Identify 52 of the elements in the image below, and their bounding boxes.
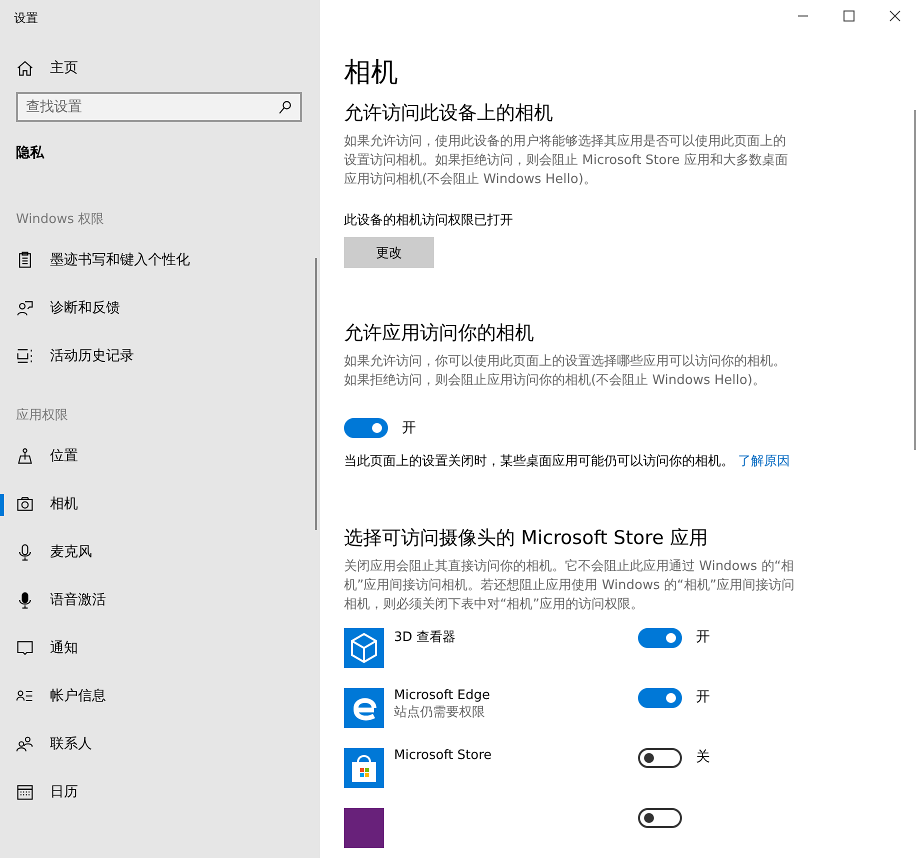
section-heading: 选择可访问摄像头的 Microsoft Store 应用 xyxy=(344,526,709,551)
section-heading: 允许应用访问你的相机 xyxy=(344,321,535,346)
home-icon xyxy=(16,59,34,77)
nav-item[interactable]: 相机 xyxy=(0,480,320,528)
calendar-icon xyxy=(16,783,34,801)
note-text: 当此页面上的设置关闭时，某些桌面应用可能仍可以访问你的相机。 了解原因 xyxy=(344,453,792,471)
section-description: 关闭应用会阻止其直接访问你的相机。它不会阻止此应用通过 Windows 的“相机”应用间接访问相机。若还想阻止应用使用 Windows 的“相机”应用间接访问相机，则必须关闭下表中对“相机”应用的访问权限。 xyxy=(344,558,796,614)
section-description: 如果允许访问，你可以使用此页面上的设置选择哪些应用可以访问你的相机。如果拒绝访问，则会阻止应用访问你的相机(不会阻止 Windows Hello)。 xyxy=(344,353,787,390)
toggle-switch[interactable] xyxy=(638,688,682,708)
section-header: 应用权限 xyxy=(16,407,68,425)
page-title: 相机 xyxy=(344,56,399,90)
toggle-switch[interactable] xyxy=(344,418,388,438)
clipboard-icon xyxy=(16,251,34,269)
nav-item[interactable]: 语音激活 xyxy=(0,576,320,624)
change-button[interactable]: 更改 xyxy=(344,237,434,268)
camera-icon xyxy=(16,495,34,513)
nav-item[interactable]: 墨迹书写和键入个性化 xyxy=(0,236,320,284)
nav-item[interactable]: 活动历史记录 xyxy=(0,332,320,380)
person-chat-icon xyxy=(16,299,34,317)
toggle-label: 开 xyxy=(402,419,416,437)
section-heading: 允许访问此设备上的相机 xyxy=(344,101,554,126)
toggle-label: 关 xyxy=(696,748,710,766)
nav-item[interactable]: 帐户信息 xyxy=(0,672,320,720)
toggle-switch[interactable] xyxy=(638,808,682,828)
nav-item[interactable]: 日历 xyxy=(0,768,320,816)
toggle-label: 开 xyxy=(696,688,710,706)
status-text: 此设备的相机访问权限已打开 xyxy=(344,212,514,229)
nav-item[interactable]: 诊断和反馈 xyxy=(0,284,320,332)
nav-item[interactable]: 通知 xyxy=(0,624,320,672)
message-icon xyxy=(16,639,34,657)
app-name: Microsoft Store xyxy=(394,748,493,763)
location-pin-icon xyxy=(16,447,34,465)
microphone-icon xyxy=(16,591,34,609)
toggle-switch[interactable] xyxy=(638,628,682,648)
nav-item[interactable]: 位置 xyxy=(0,432,320,480)
toggle-switch[interactable] xyxy=(638,748,682,768)
nav-item[interactable]: 联系人 xyxy=(0,720,320,768)
category-title: 隐私 xyxy=(16,145,44,161)
nav-item[interactable]: 麦克风 xyxy=(0,528,320,576)
home-nav-item[interactable]: 主页 xyxy=(0,50,320,86)
learn-why-link[interactable]: 了解原因 xyxy=(738,454,790,469)
microphone-icon xyxy=(16,543,34,561)
app-subtitle: 站点仍需要权限 xyxy=(394,704,486,721)
section-header: Windows 权限 xyxy=(16,211,104,229)
app-name: 3D 查看器 xyxy=(394,629,456,646)
section-description: 如果允许访问，使用此设备的用户将能够选择其应用是否可以使用此页面上的设置访问相机。如果拒绝访问，则会阻止 Microsoft Store 应用和大多数桌面应用访问相机(不会阻止 Windows Hello)。 xyxy=(344,133,789,189)
toggle-label: 开 xyxy=(696,628,710,646)
search-field[interactable]: 查找设置 xyxy=(16,92,302,122)
window-title: 设置 xyxy=(14,11,38,25)
app-name: Microsoft Edge xyxy=(394,688,492,703)
timeline-icon xyxy=(16,347,34,365)
people-icon xyxy=(16,735,34,753)
